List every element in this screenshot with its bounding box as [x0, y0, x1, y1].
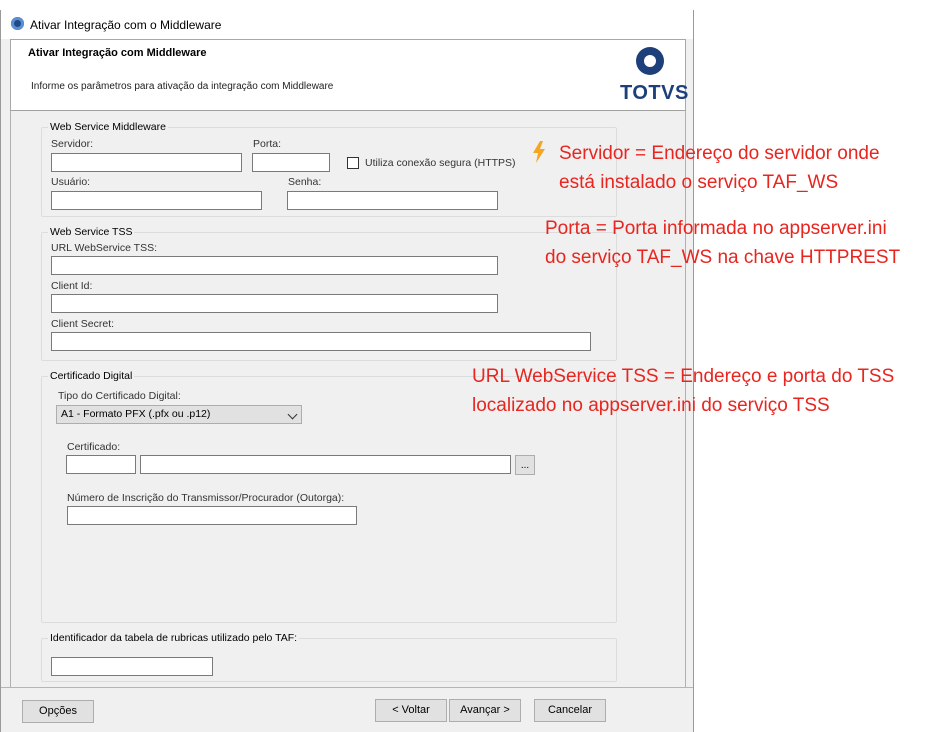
group-ws-middleware-legend: Web Service Middleware — [48, 121, 168, 133]
group-certificado-legend: Certificado Digital — [48, 370, 135, 382]
annotation-url-line1: URL WebService TSS = Endereço e porta do… — [472, 366, 895, 387]
annotation-porta-line1: Porta = Porta informada no appserver.ini — [545, 218, 887, 239]
https-checkbox[interactable] — [347, 157, 359, 169]
url-tss-label: URL WebService TSS: — [51, 242, 158, 254]
totvs-logo-text: TOTVS — [620, 82, 689, 104]
client-secret-label: Client Secret: — [51, 318, 115, 330]
annotation-url-line2: localizado no appserver.ini do serviço T… — [472, 395, 830, 416]
annotation-porta-line2: do serviço TAF_WS na chave HTTPREST — [545, 247, 901, 268]
opcoes-button[interactable]: Opções — [22, 700, 94, 723]
app-icon — [11, 17, 24, 30]
totvs-logo-icon — [636, 47, 664, 75]
footer-divider — [1, 687, 693, 688]
numero-inscricao-input[interactable] — [67, 506, 357, 525]
cancelar-button[interactable]: Cancelar — [534, 699, 606, 722]
group-ws-tss-legend: Web Service TSS — [48, 226, 135, 238]
usuario-label: Usuário: — [51, 176, 91, 188]
tipo-certificado-select[interactable]: A1 - Formato PFX (.pfx ou .p12) — [56, 405, 302, 424]
avancar-button[interactable]: Avançar > — [449, 699, 521, 722]
title-bar: Ativar Integração com o Middleware — [1, 10, 693, 39]
group-rubricas-legend: Identificador da tabela de rubricas util… — [48, 632, 300, 644]
client-secret-input[interactable] — [51, 332, 591, 351]
window-title: Ativar Integração com o Middleware — [30, 18, 222, 32]
lightning-icon — [533, 141, 545, 163]
numero-inscricao-label: Número de Inscrição do Transmissor/Procu… — [67, 492, 345, 504]
voltar-button[interactable]: < Voltar — [375, 699, 447, 722]
certificado-short-input[interactable] — [66, 455, 136, 474]
https-label: Utiliza conexão segura (HTTPS) — [365, 157, 516, 169]
page-title: Ativar Integração com Middleware — [28, 47, 207, 59]
client-id-label: Client Id: — [51, 280, 93, 292]
porta-input[interactable] — [252, 153, 330, 172]
url-tss-input[interactable] — [51, 256, 498, 275]
certificado-label: Certificado: — [67, 441, 121, 453]
wizard-header: Ativar Integração com Middleware Informe… — [10, 39, 689, 111]
senha-label: Senha: — [288, 176, 322, 188]
servidor-label: Servidor: — [51, 138, 94, 150]
senha-input[interactable] — [287, 191, 498, 210]
annotation-servidor-line1: Servidor = Endereço do servidor onde — [559, 143, 880, 164]
usuario-input[interactable] — [51, 191, 262, 210]
browse-button[interactable]: ... — [515, 455, 535, 475]
client-id-input[interactable] — [51, 294, 498, 313]
tipo-certificado-label: Tipo do Certificado Digital: — [58, 390, 181, 402]
page-subtitle: Informe os parâmetros para ativação da i… — [31, 81, 334, 92]
rubricas-input[interactable] — [51, 657, 213, 676]
certificado-path-input[interactable] — [140, 455, 511, 474]
chevron-down-icon — [287, 409, 298, 420]
porta-label: Porta: — [253, 138, 282, 150]
annotation-servidor-line2: está instalado o serviço TAF_WS — [559, 172, 839, 193]
servidor-input[interactable] — [51, 153, 242, 172]
tipo-certificado-value: A1 - Formato PFX (.pfx ou .p12) — [61, 408, 211, 420]
